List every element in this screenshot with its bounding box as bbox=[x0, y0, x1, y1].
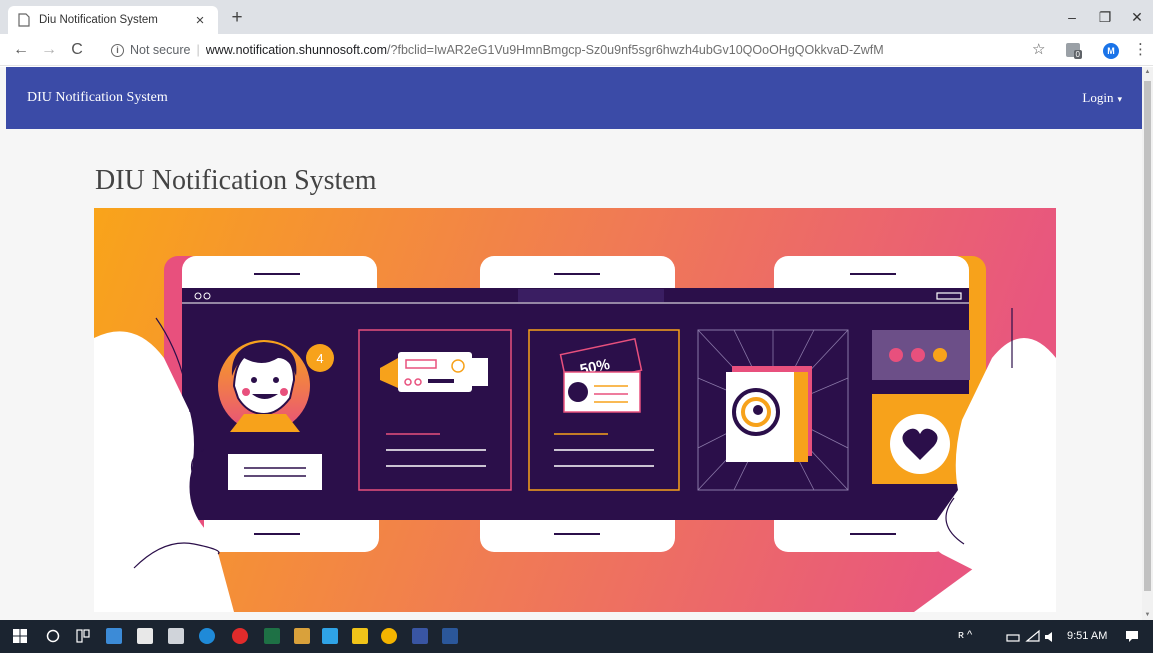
visio-icon[interactable] bbox=[412, 628, 428, 644]
url-text: www.notification.shunnosoft.com/?fbclid=… bbox=[206, 43, 884, 57]
browser-toolbar: ← → C i Not secure | www.notification.sh… bbox=[0, 34, 1153, 66]
site-navbar: DIU Notification System Login ▾ bbox=[6, 67, 1142, 129]
notification-illustration: 4 50% bbox=[94, 208, 1056, 612]
browser-tab-strip: Diu Notification System × + – ❐ ✕ bbox=[0, 0, 1153, 34]
volume-icon[interactable] bbox=[1043, 629, 1059, 645]
browser-tab[interactable]: Diu Notification System × bbox=[8, 6, 218, 34]
window-close-button[interactable]: ✕ bbox=[1122, 6, 1152, 28]
wifi-icon[interactable] bbox=[1025, 629, 1041, 645]
scroll-up-arrow-icon[interactable]: ▲ bbox=[1144, 69, 1151, 75]
file-explorer-icon[interactable] bbox=[106, 628, 122, 644]
taskbar-clock[interactable]: 9:51 AM bbox=[1067, 630, 1107, 642]
outlook-icon[interactable] bbox=[294, 628, 310, 644]
hero-illustration: 4 50% bbox=[94, 208, 1056, 612]
restore-button[interactable]: ❐ bbox=[1090, 6, 1120, 28]
security-label: Not secure bbox=[130, 43, 191, 57]
notification-count: 4 bbox=[316, 351, 323, 366]
opera-icon[interactable] bbox=[232, 628, 248, 644]
windows-taskbar: ʀ ^ 9:51 AM bbox=[0, 620, 1153, 653]
system-tray-icons[interactable]: ʀ ^ bbox=[958, 629, 972, 641]
page-favicon-icon bbox=[18, 13, 30, 27]
extension-badge: 0 bbox=[1073, 50, 1082, 59]
navbar-brand-link[interactable]: DIU Notification System bbox=[27, 90, 168, 106]
minimize-button[interactable]: – bbox=[1057, 6, 1087, 28]
search-icon[interactable] bbox=[45, 628, 61, 644]
page-viewport: DIU Notification System Login ▾ DIU Notif… bbox=[0, 67, 1142, 620]
url-query: /?fbclid=IwAR2eG1Vu9HmnBmgcp-Sz0u9nf5sgr… bbox=[387, 43, 884, 57]
store-icon[interactable] bbox=[137, 628, 153, 644]
reload-button[interactable]: C bbox=[66, 39, 88, 61]
url-host: www.notification.shunnosoft.com bbox=[205, 43, 388, 57]
caret-down-icon: ▾ bbox=[1117, 94, 1122, 104]
profile-avatar[interactable]: M bbox=[1103, 43, 1119, 59]
tab-title: Diu Notification System bbox=[39, 14, 158, 26]
page-scrollbar[interactable]: ▲ ▼ bbox=[1142, 67, 1153, 620]
windows-start-icon[interactable] bbox=[12, 628, 28, 644]
edge-icon[interactable] bbox=[199, 628, 215, 644]
mail-icon[interactable] bbox=[168, 628, 184, 644]
scroll-down-arrow-icon[interactable]: ▼ bbox=[1144, 612, 1151, 618]
action-center-icon[interactable] bbox=[1124, 628, 1140, 644]
excel-icon[interactable] bbox=[264, 628, 280, 644]
back-button[interactable]: ← bbox=[10, 39, 32, 61]
browser-menu-icon[interactable]: ⋮ bbox=[1133, 39, 1148, 61]
photoshop-icon[interactable] bbox=[322, 628, 338, 644]
new-tab-button[interactable]: + bbox=[228, 8, 246, 28]
page-title: DIU Notification System bbox=[95, 165, 377, 196]
bookmark-star-icon[interactable]: ☆ bbox=[1032, 39, 1045, 61]
tab-close-icon[interactable]: × bbox=[192, 12, 208, 29]
login-dropdown[interactable]: Login ▾ bbox=[1082, 90, 1122, 106]
site-info-icon[interactable]: i bbox=[111, 43, 124, 57]
forward-button[interactable]: → bbox=[38, 39, 60, 61]
address-separator: | bbox=[196, 43, 200, 57]
network-icon[interactable] bbox=[1005, 629, 1021, 645]
notepad-icon[interactable] bbox=[352, 628, 368, 644]
word-icon[interactable] bbox=[442, 628, 458, 644]
extension-icon[interactable]: 0 bbox=[1066, 43, 1082, 59]
task-view-icon[interactable] bbox=[75, 628, 91, 644]
login-label: Login bbox=[1082, 90, 1114, 105]
address-bar[interactable]: i Not secure | www.notification.shunnoso… bbox=[100, 39, 1028, 61]
chrome-icon[interactable] bbox=[381, 628, 397, 644]
scrollbar-thumb[interactable] bbox=[1144, 81, 1151, 591]
